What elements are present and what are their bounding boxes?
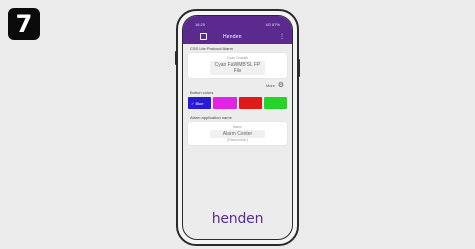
step-badge: 7 [8,8,40,40]
app-bar: Henden ⋮ [183,30,292,44]
section-label-name: Alarm application name [190,115,232,120]
power-button [298,59,300,77]
app-title: Henden [223,34,242,40]
field-value-box[interactable]: Cyan FaWMB'SL FP Flix [210,61,265,75]
name-line-3: [Placeholder] [227,138,248,142]
color-swatches: ✓ Blue [188,97,287,109]
expand-icon[interactable] [200,33,207,40]
name-field-box[interactable]: Alarm Center [210,130,265,138]
toggle-row: More ⚙ [188,80,287,90]
more-icon[interactable]: ⋮ [279,33,285,40]
name-line-2: Alarm Center [222,131,253,137]
henden-logo: henden [211,211,264,227]
name-card: Name Alarm Center [Placeholder] [188,122,287,145]
phone-mockup: 16:25 4G 87% Henden ⋮ CSS Lite Protocol … [175,9,300,246]
swatch-green[interactable] [263,97,287,109]
field-label: Code Cnaddir [226,56,249,60]
settings-toggle-icon[interactable]: ⚙ [278,81,284,89]
swatch-magenta[interactable] [213,97,237,109]
alarm-card: Code Cnaddir Cyan FaWMB'SL FP Flix [188,53,287,78]
phone-screen: 16:25 4G 87% Henden ⋮ CSS Lite Protocol … [182,15,293,240]
status-bar: 16:25 4G 87% [183,16,292,30]
volume-button [175,51,177,65]
section-label-alarm: CSS Lite Protocol Alarm [190,46,233,51]
status-signal: 4G 87% [265,22,280,27]
swatch-blue-label: ✓ Blue [191,101,204,106]
swatch-red[interactable] [238,97,262,109]
app-content: CSS Lite Protocol Alarm Code Cnaddir Cya… [188,46,287,145]
status-time: 16:25 [195,22,206,27]
tutorial-stage: 7 16:25 4G 87% Henden ⋮ CSS Lite Protoco… [0,0,475,249]
swatch-blue[interactable]: ✓ Blue [188,97,212,109]
field-value: Cyan FaWMB'SL FP Flix [214,62,261,74]
toggle-label: More [265,83,275,88]
name-line-1: Name [232,125,243,129]
section-label-colors: Button colors [190,90,214,95]
